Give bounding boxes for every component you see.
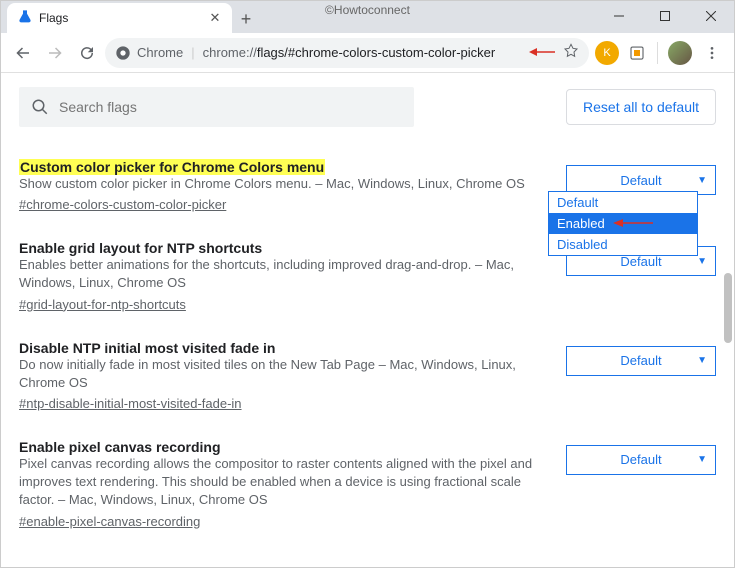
- minimize-button[interactable]: [596, 1, 642, 31]
- menu-button[interactable]: [698, 39, 726, 67]
- address-bar[interactable]: Chrome | chrome://flags/#chrome-colors-c…: [105, 38, 589, 68]
- new-tab-button[interactable]: +: [232, 5, 260, 33]
- extension-icon[interactable]: [625, 41, 649, 65]
- chevron-down-icon: ▼: [697, 256, 707, 267]
- flag-anchor-link[interactable]: #chrome-colors-custom-color-picker: [19, 197, 226, 212]
- search-icon: [31, 98, 49, 116]
- dropdown-option-default[interactable]: Default: [549, 192, 697, 213]
- flag-item: Disable NTP initial most visited fade in…: [19, 318, 716, 417]
- close-tab-icon[interactable]: ✕: [208, 10, 222, 26]
- flag-description: Pixel canvas recording allows the compos…: [19, 455, 548, 510]
- annotation-arrow-icon: [529, 45, 555, 60]
- site-info[interactable]: Chrome: [115, 45, 183, 61]
- flag-title: Enable grid layout for NTP shortcuts: [19, 240, 262, 256]
- profile-avatar[interactable]: K: [595, 41, 619, 65]
- dropdown-option-enabled[interactable]: Enabled: [549, 213, 697, 234]
- chrome-icon: [115, 45, 131, 61]
- star-icon[interactable]: [563, 43, 579, 62]
- flag-item: Enable pixel canvas recording Pixel canv…: [19, 417, 716, 535]
- separator: [657, 42, 658, 64]
- flag-title: Custom color picker for Chrome Colors me…: [19, 159, 325, 175]
- reload-button[interactable]: [73, 39, 101, 67]
- flag-title: Enable pixel canvas recording: [19, 439, 221, 455]
- search-input[interactable]: [59, 99, 402, 115]
- chevron-down-icon: ▼: [697, 454, 707, 465]
- page-content: Reset all to default Custom color picker…: [1, 73, 734, 567]
- browser-tab[interactable]: Flags ✕: [7, 3, 232, 33]
- user-avatar[interactable]: [668, 41, 692, 65]
- divider: |: [191, 45, 194, 60]
- flag-item: Custom color picker for Chrome Colors me…: [19, 137, 716, 218]
- flag-anchor-link[interactable]: #ntp-disable-initial-most-visited-fade-i…: [19, 396, 242, 411]
- tab-title: Flags: [39, 11, 202, 25]
- url-text: chrome://flags/#chrome-colors-custom-col…: [203, 45, 521, 60]
- watermark-text: ©Howtoconnect: [325, 3, 410, 17]
- flask-icon: [17, 9, 33, 28]
- flag-dropdown-open[interactable]: Default Enabled Disabled: [548, 191, 698, 256]
- reset-all-button[interactable]: Reset all to default: [566, 89, 716, 125]
- maximize-button[interactable]: [642, 1, 688, 31]
- chevron-down-icon: ▼: [697, 175, 707, 186]
- flag-title: Disable NTP initial most visited fade in: [19, 340, 275, 356]
- annotation-arrow-icon: [613, 216, 653, 231]
- scrollbar-thumb[interactable]: [724, 273, 732, 343]
- flag-description: Do now initially fade in most visited ti…: [19, 356, 548, 392]
- flag-anchor-link[interactable]: #enable-pixel-canvas-recording: [19, 514, 200, 529]
- dropdown-option-disabled[interactable]: Disabled: [549, 234, 697, 255]
- search-flags-box[interactable]: [19, 87, 414, 127]
- back-button[interactable]: [9, 39, 37, 67]
- flag-state-select[interactable]: Default ▼: [566, 346, 716, 376]
- flag-description: Show custom color picker in Chrome Color…: [19, 175, 548, 193]
- title-bar: Flags ✕ + ©Howtoconnect: [1, 1, 734, 33]
- close-window-button[interactable]: [688, 1, 734, 31]
- flag-description: Enables better animations for the shortc…: [19, 256, 548, 292]
- flag-state-select[interactable]: Default ▼: [566, 445, 716, 475]
- secure-label: Chrome: [137, 45, 183, 60]
- chevron-down-icon: ▼: [697, 355, 707, 366]
- forward-button: [41, 39, 69, 67]
- flag-anchor-link[interactable]: #grid-layout-for-ntp-shortcuts: [19, 297, 186, 312]
- browser-toolbar: Chrome | chrome://flags/#chrome-colors-c…: [1, 33, 734, 73]
